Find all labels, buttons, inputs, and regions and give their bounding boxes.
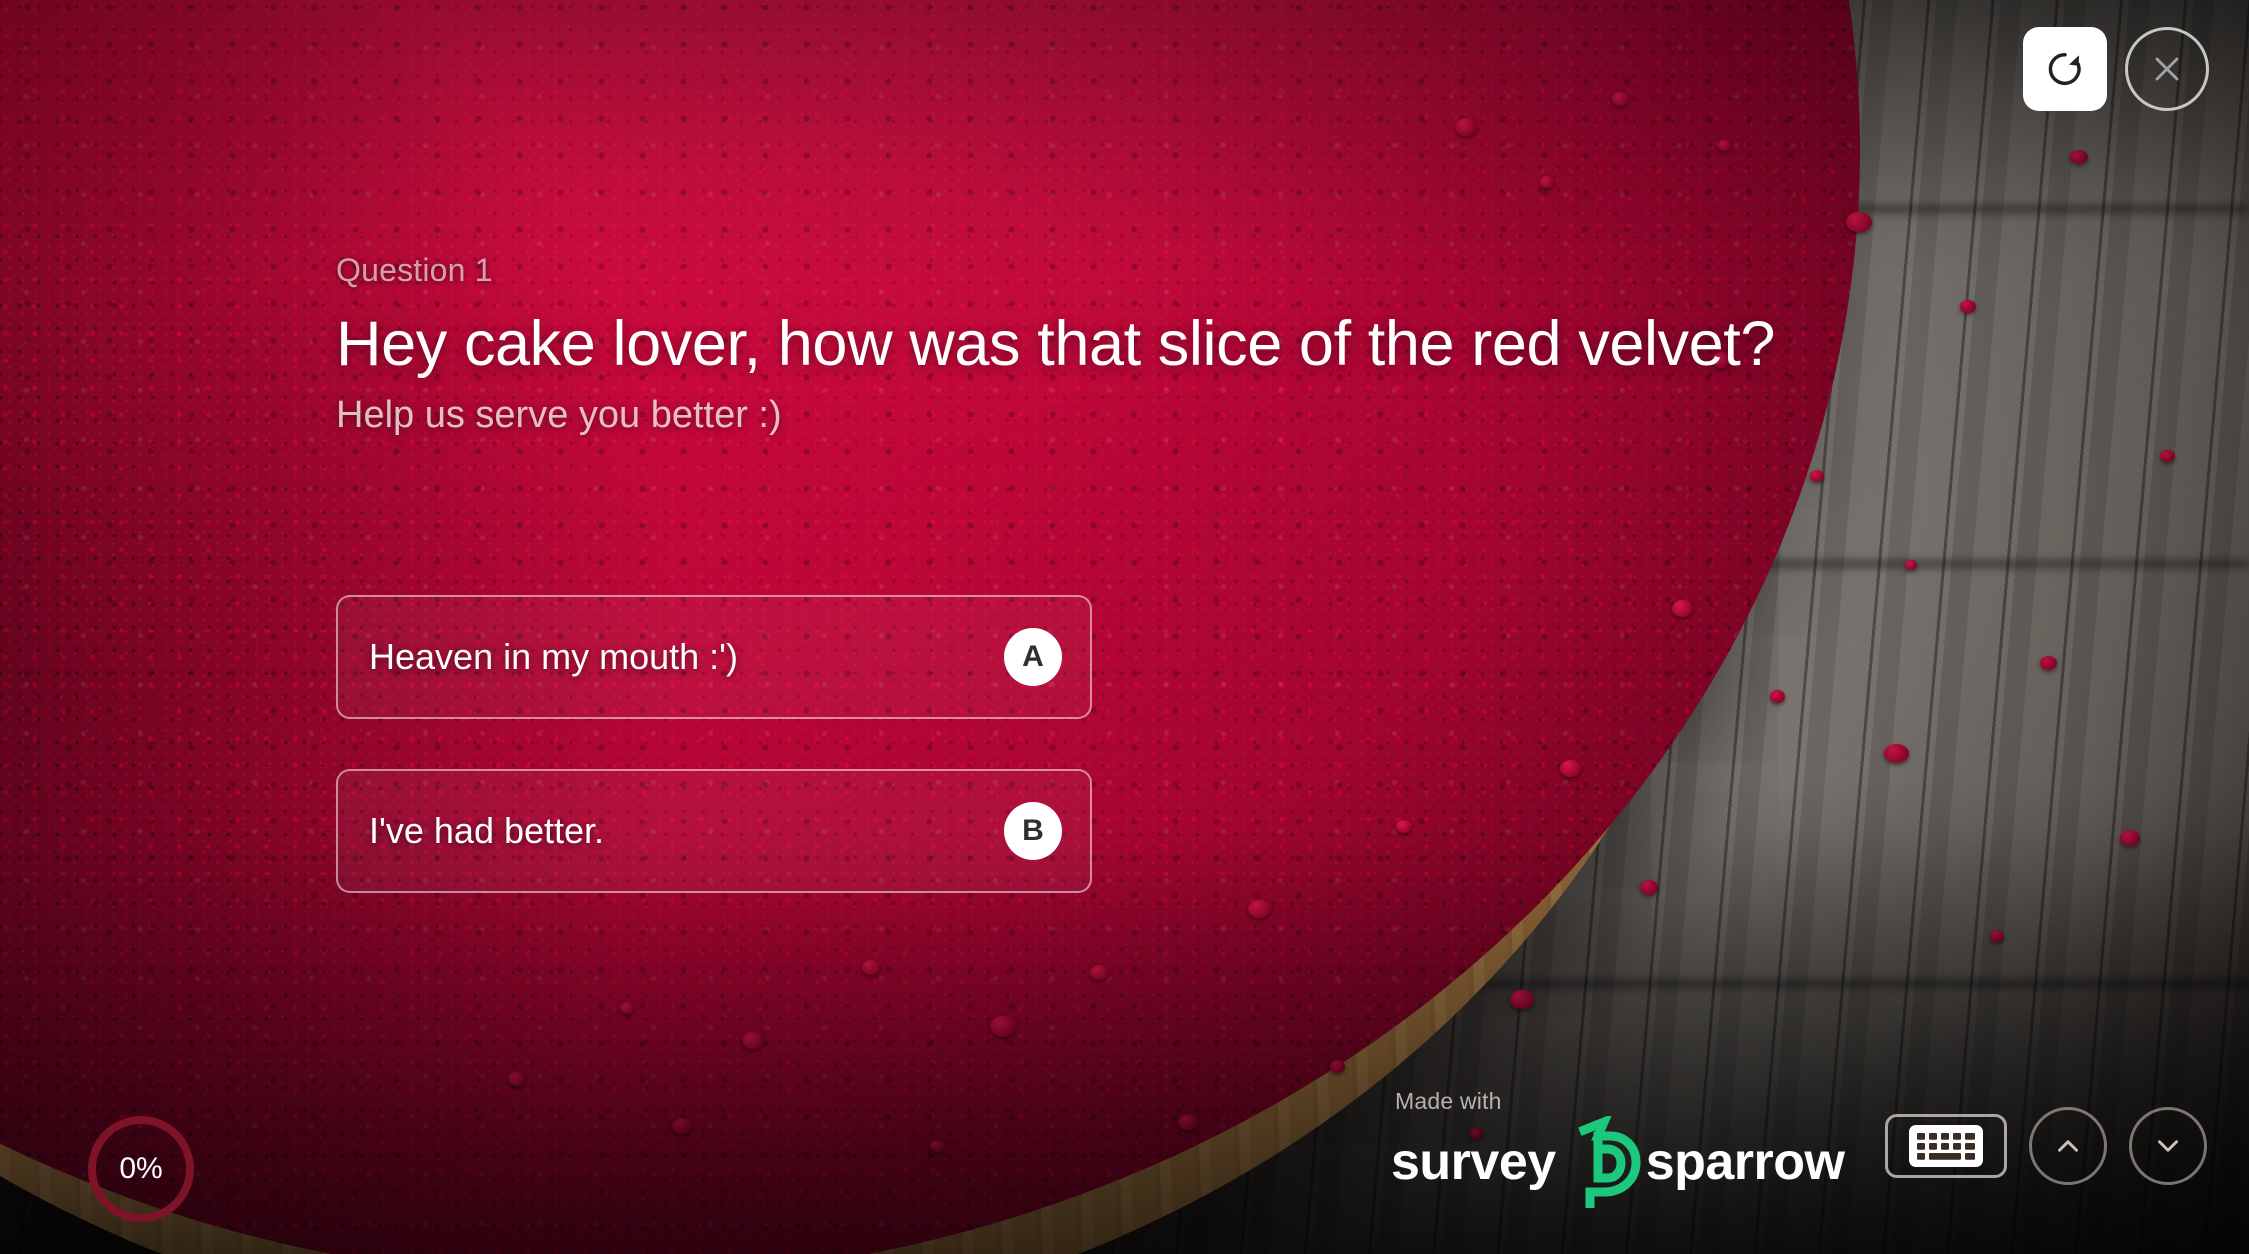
next-question-button[interactable]	[2129, 1107, 2207, 1185]
choice-label: I've had better.	[369, 810, 605, 851]
made-with-label: Made with	[1395, 1088, 1502, 1114]
restart-button[interactable]	[2023, 27, 2107, 111]
surveysparrow-logo[interactable]: survey sparrow	[1391, 1116, 1845, 1208]
chevron-down-icon	[2158, 1140, 2178, 1152]
bottom-controls	[1885, 1107, 2207, 1185]
choice-key-badge: A	[1004, 628, 1062, 686]
restart-icon	[2048, 52, 2081, 86]
progress-value: 0%	[119, 1152, 163, 1185]
question-index-label: Question 1	[336, 252, 493, 288]
keyboard-icon	[1909, 1125, 1983, 1167]
top-controls	[2023, 27, 2209, 111]
brand-word-sparrow: sparrow	[1645, 1133, 1845, 1191]
choice-option-b[interactable]: I've had better. B	[336, 769, 1092, 893]
survey-screen: Question 1 Hey cake lover, how was that …	[0, 0, 2249, 1254]
brand-word-survey: survey	[1391, 1133, 1556, 1191]
choice-label: Heaven in my mouth :')	[369, 636, 739, 677]
branding: Made with survey sparrow	[1391, 1088, 1845, 1208]
close-button[interactable]	[2125, 27, 2209, 111]
question-description: Help us serve you better :)	[336, 393, 782, 436]
choice-key-badge: B	[1004, 802, 1062, 860]
sparrow-logo-icon	[1577, 1116, 1641, 1208]
question-title: Hey cake lover, how was that slice of th…	[336, 309, 1776, 379]
close-icon	[2155, 57, 2179, 81]
chevron-up-icon	[2058, 1140, 2078, 1152]
question-block: Question 1 Hey cake lover, how was that …	[336, 252, 1936, 437]
choice-option-a[interactable]: Heaven in my mouth :') A	[336, 595, 1092, 719]
choice-list: Heaven in my mouth :') A I've had better…	[336, 595, 1092, 943]
keyboard-toggle-button[interactable]	[1885, 1114, 2007, 1178]
previous-question-button[interactable]	[2029, 1107, 2107, 1185]
survey-ui-layer: Question 1 Hey cake lover, how was that …	[0, 0, 2249, 1254]
progress-ring: 0%	[88, 1116, 194, 1222]
